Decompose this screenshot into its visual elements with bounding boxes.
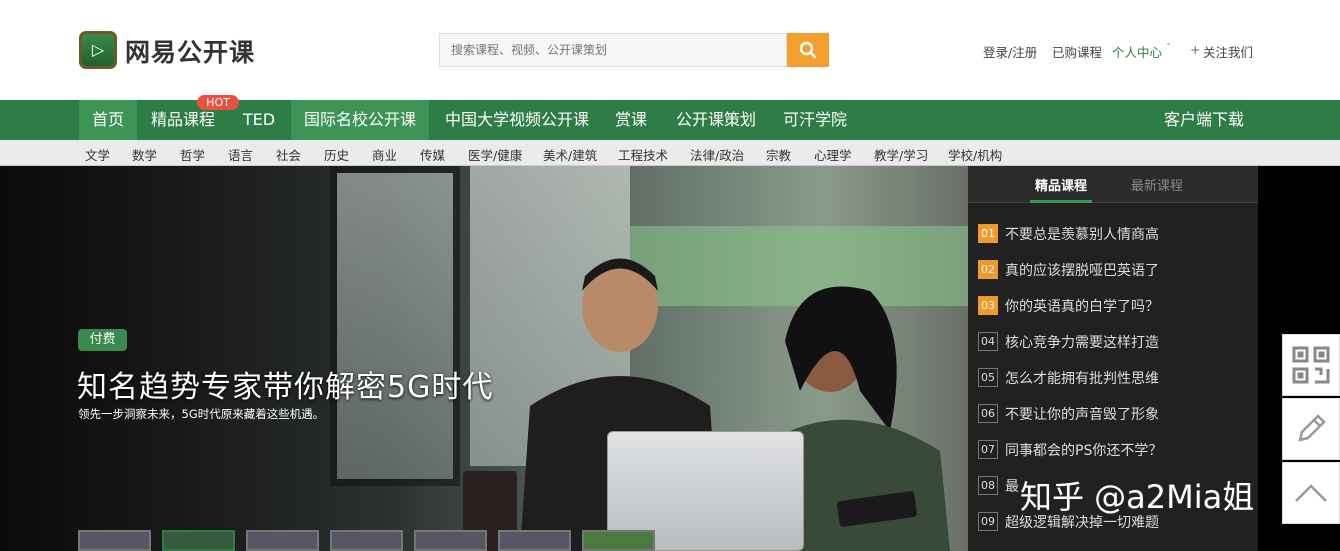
top-header: ▷ 网易公开课 登录/注册 已购课程 个人中心 ˇ + 关注我们 [0,0,1340,100]
category-item[interactable]: 教学/学习 [874,145,928,164]
carousel-thumb[interactable] [162,530,235,551]
banner-subtitle: 领先一步洞察未来，5G时代原来藏着这些机遇。 [78,407,325,421]
category-bar: 文学 数学 哲学 语言 社会 历史 商业 传媒 医学/健康 美术/建筑 工程技术… [0,140,1340,166]
course-title[interactable]: 你的英语真的白学了吗？ [1005,296,1159,316]
qrcode-button[interactable] [1282,334,1340,396]
category-item[interactable]: 传媒 [420,145,445,164]
rank-badge: 04 [978,332,998,351]
rank-badge: 01 [978,224,998,243]
zhihu-watermark: 知乎 @a2Mia姐 [1020,478,1255,516]
chevron-down-icon: ˇ [1166,43,1171,54]
course-title[interactable]: 最 [1005,476,1019,496]
nav-planning[interactable]: 公开课策划 [663,100,769,140]
nav-home[interactable]: 首页 [79,100,137,140]
category-item[interactable]: 哲学 [180,145,205,164]
rank-badge: 02 [978,260,998,279]
carousel-thumb[interactable] [582,530,655,551]
logo-text[interactable]: 网易公开课 [125,33,255,69]
category-item[interactable]: 心理学 [814,145,852,164]
category-item[interactable]: 医学/健康 [468,145,522,164]
back-to-top-button[interactable] [1282,462,1340,524]
login-link[interactable]: 登录/注册 [983,42,1037,61]
nav-khan[interactable]: 可汗学院 [772,100,858,140]
panel-tabs: 精品课程 最新课程 [968,166,1258,203]
course-title[interactable]: 核心竞争力需要这样打造 [1005,332,1159,352]
category-item[interactable]: 数学 [132,145,157,164]
category-item[interactable]: 美术/建筑 [543,145,597,164]
category-item[interactable]: 社会 [276,145,301,164]
paid-badge: 付费 [78,329,127,351]
personal-center-link[interactable]: 个人中心 [1112,42,1162,61]
qrcode-icon [1292,346,1330,384]
category-item[interactable]: 历史 [324,145,349,164]
chevron-up-icon [1295,484,1327,502]
tab-latest[interactable]: 最新课程 [1131,175,1183,194]
course-title[interactable]: 不要让你的声音毁了形象 [1005,404,1159,424]
category-item[interactable]: 文学 [85,145,110,164]
rank-badge: 06 [978,404,998,423]
course-title[interactable]: 不要总是羡慕别人情商高 [1005,224,1159,244]
feedback-button[interactable] [1282,398,1340,460]
nav-china-univ[interactable]: 中国大学视频公开课 [432,100,602,140]
nav-appreciate[interactable]: 赏课 [605,100,657,140]
category-item[interactable]: 法律/政治 [690,145,744,164]
nav-download[interactable]: 客户端下载 [1152,100,1256,140]
hot-badge: HOT [197,95,239,110]
follow-link[interactable]: 关注我们 [1203,42,1253,61]
category-item[interactable]: 商业 [372,145,397,164]
rank-badge: 03 [978,296,998,315]
rank-badge: 08 [978,476,998,495]
category-item[interactable]: 语言 [228,145,253,164]
pencil-icon [1298,414,1326,442]
logo-icon[interactable]: ▷ [79,31,117,69]
category-item[interactable]: 宗教 [766,145,791,164]
tab-featured[interactable]: 精品课程 [1035,175,1087,194]
course-title[interactable]: 真的应该摆脱哑巴英语了 [1005,260,1159,280]
search-icon [799,41,817,59]
carousel-thumb[interactable] [414,530,487,551]
carousel-thumb[interactable] [498,530,571,551]
plus-icon: + [1190,42,1201,57]
carousel-thumb[interactable] [246,530,319,551]
category-item[interactable]: 学校/机构 [948,145,1002,164]
course-title[interactable]: 同事都会的PS你还不学？ [1005,440,1162,460]
nav-ted[interactable]: TED [232,100,286,140]
nav-intl-schools[interactable]: 国际名校公开课 [291,100,429,140]
tab-indicator [1030,200,1092,203]
banner-photo [0,166,968,551]
carousel-thumb[interactable] [330,530,403,551]
search-input[interactable] [439,33,787,67]
banner-title[interactable]: 知名趋势专家带你解密5G时代 [77,362,493,406]
rank-badge: 09 [978,512,998,531]
search-button[interactable] [787,33,829,67]
hero-banner[interactable]: 付费 知名趋势专家带你解密5G时代 领先一步洞察未来，5G时代原来藏着这些机遇。… [0,166,1340,551]
category-item[interactable]: 工程技术 [618,145,668,164]
purchased-link[interactable]: 已购课程 [1052,42,1102,61]
carousel-thumb[interactable] [78,530,151,551]
course-title[interactable]: 怎么才能拥有批判性思维 [1005,368,1159,388]
window-graphic [330,166,460,486]
rank-badge: 05 [978,368,998,387]
rank-badge: 07 [978,440,998,459]
